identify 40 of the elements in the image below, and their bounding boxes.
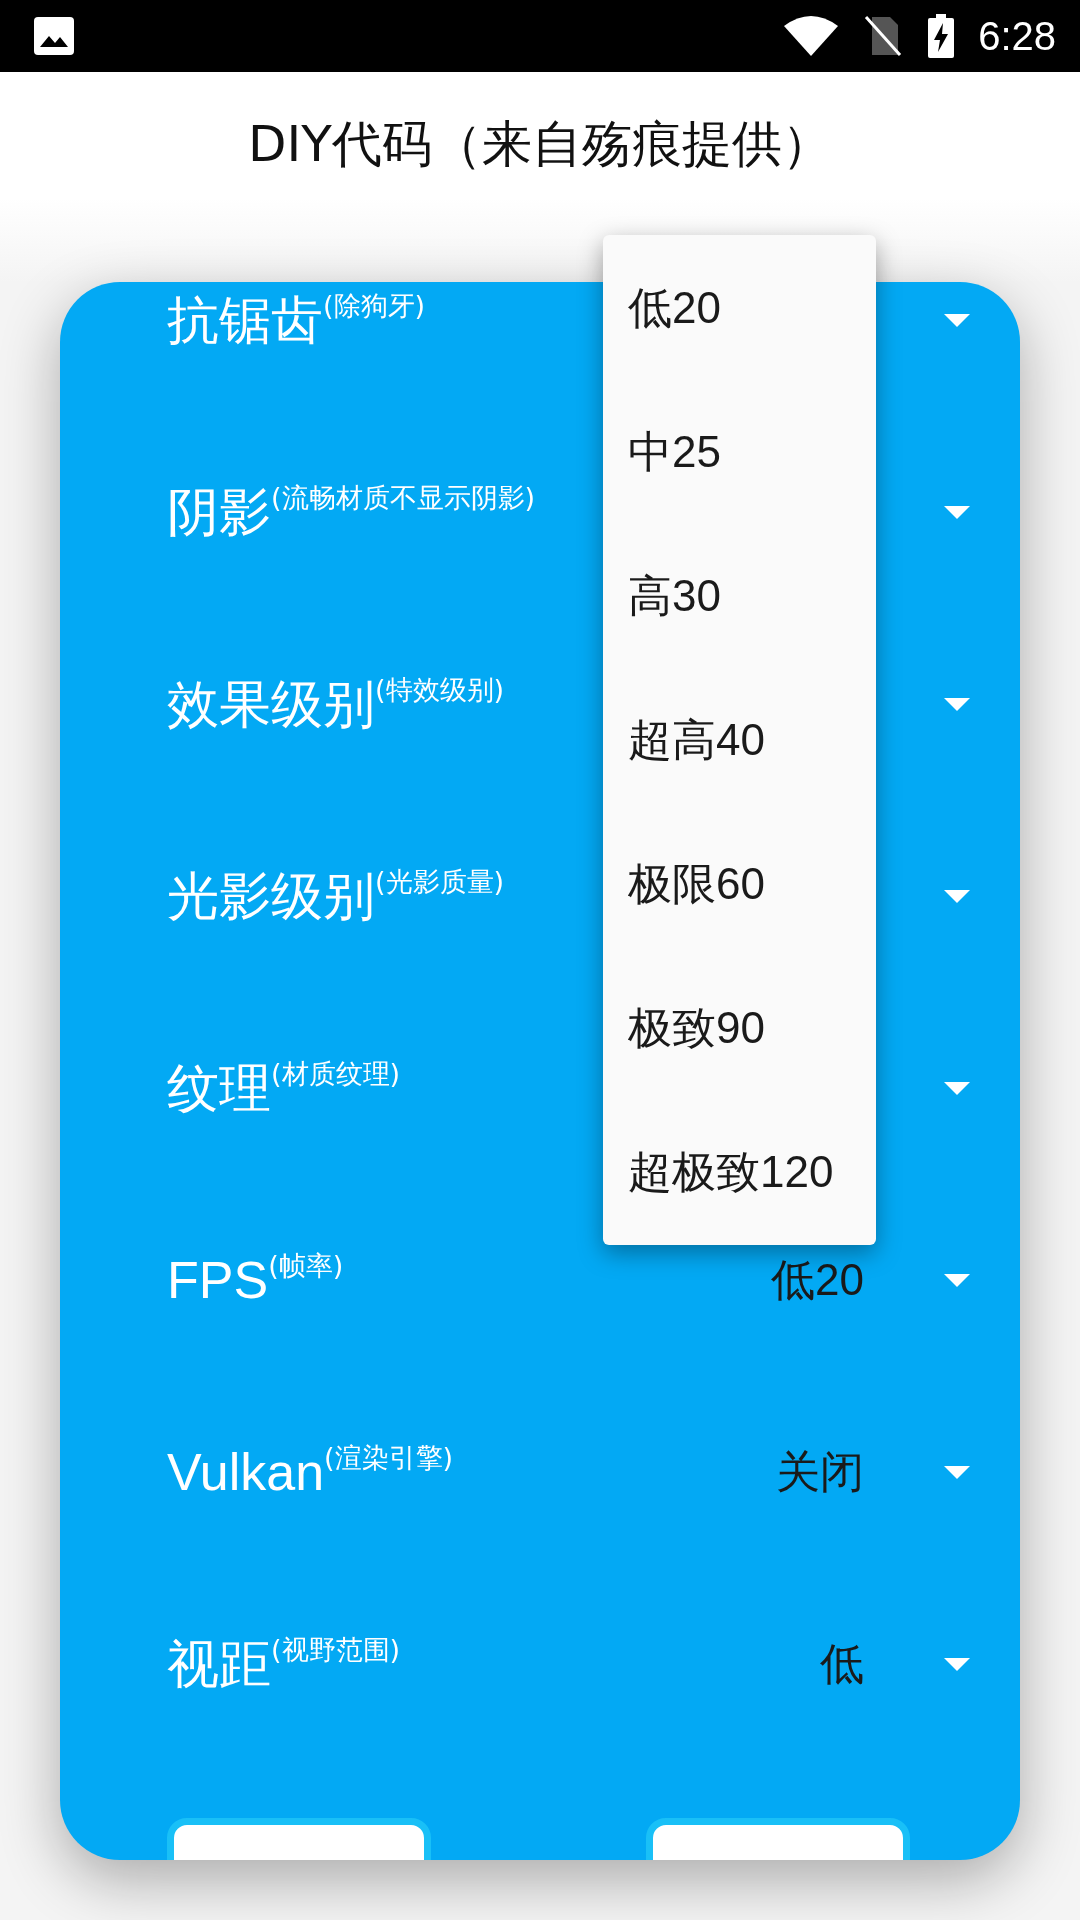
setting-note: (流畅材质不显示阴影)	[271, 481, 536, 515]
dropdown-arrow-icon[interactable]	[944, 1081, 970, 1095]
spinner-value[interactable]: 低	[820, 1634, 864, 1694]
setting-note: (视野范围)	[271, 1633, 401, 1667]
menu-option[interactable]: 高30	[603, 524, 876, 668]
battery-charging-icon	[928, 14, 955, 58]
setting-note: (除狗牙)	[323, 289, 426, 323]
dropdown-arrow-icon[interactable]	[944, 1273, 970, 1287]
menu-option[interactable]: 极致90	[603, 956, 876, 1100]
setting-label: 阴影	[167, 482, 271, 543]
no-sim-icon	[864, 15, 903, 57]
menu-option[interactable]: 超极致120	[603, 1100, 876, 1244]
spinner-value[interactable]: 低20	[771, 1250, 864, 1310]
setting-note: (帧率)	[268, 1249, 344, 1283]
setting-note: (材质纹理)	[271, 1057, 401, 1091]
menu-option[interactable]: 中25	[603, 380, 876, 524]
image-icon	[34, 17, 74, 55]
page-title: DIY代码（来自殇痕提供）	[248, 114, 832, 175]
setting-label: 视距	[167, 1634, 271, 1695]
wifi-icon	[784, 16, 839, 56]
setting-label: 抗锯齿	[167, 290, 323, 351]
dropdown-arrow-icon[interactable]	[944, 505, 970, 519]
setting-label: 纹理	[167, 1058, 271, 1119]
dropdown-arrow-icon[interactable]	[944, 889, 970, 903]
dropdown-arrow-icon[interactable]	[944, 697, 970, 711]
menu-option[interactable]: 极限60	[603, 812, 876, 956]
setting-label: 光影级别	[167, 866, 375, 927]
clock-time: 6:28	[978, 13, 1056, 59]
setting-label: FPS	[167, 1250, 269, 1311]
dropdown-arrow-icon[interactable]	[944, 1657, 970, 1671]
dropdown-arrow-icon[interactable]	[944, 313, 970, 327]
setting-label: Vulkan	[167, 1442, 325, 1503]
setting-note: (特效级别)	[375, 673, 505, 707]
setting-label: 效果级别	[167, 674, 375, 735]
dropdown-arrow-icon[interactable]	[944, 1465, 970, 1479]
setting-note: (渲染引擎)	[324, 1441, 454, 1475]
menu-option[interactable]: 低20	[603, 236, 876, 380]
menu-option[interactable]: 超高40	[603, 668, 876, 812]
spinner-value[interactable]: 关闭	[776, 1442, 864, 1502]
setting-note: (光影质量)	[375, 865, 505, 899]
